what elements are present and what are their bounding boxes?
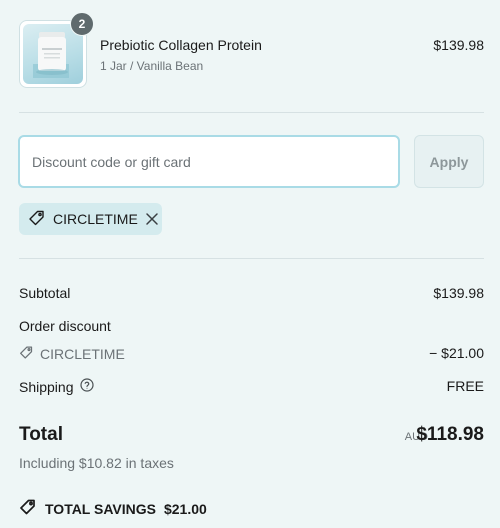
product-name: Prebiotic Collagen Protein (100, 37, 262, 53)
divider (19, 112, 484, 113)
discount-code-input[interactable] (18, 135, 400, 188)
tag-icon (28, 209, 46, 230)
divider (19, 258, 484, 259)
total-savings: TOTAL SAVINGS $21.00 (19, 498, 207, 519)
tag-icon (19, 345, 34, 363)
savings-label: TOTAL SAVINGS (45, 500, 156, 517)
order-discount-label: Order discount (19, 318, 111, 334)
help-icon[interactable] (79, 378, 94, 395)
shipping-label: Shipping (19, 378, 74, 395)
close-icon[interactable] (145, 212, 159, 226)
savings-value: $21.00 (163, 500, 207, 517)
tag-icon (19, 498, 37, 519)
shipping-row: Shipping (19, 378, 94, 395)
discount-value: − $21.00 (429, 345, 484, 361)
total-value: $118.98 (416, 424, 484, 445)
apply-button[interactable]: Apply (414, 135, 484, 188)
product-variant: 1 Jar / Vanilla Bean (100, 59, 204, 73)
applied-discount-chip: CIRCLETIME (19, 203, 162, 235)
shipping-value: FREE (446, 378, 484, 394)
applied-code-label: CIRCLETIME (53, 211, 138, 227)
subtotal-label: Subtotal (19, 285, 71, 301)
quantity-badge: 2 (70, 12, 94, 36)
taxes-note: Including $10.82 in taxes (19, 455, 174, 471)
subtotal-value: $139.98 (433, 285, 484, 301)
discount-code-row: CIRCLETIME (19, 345, 125, 363)
product-price: $139.98 (433, 37, 484, 53)
discount-code-name: CIRCLETIME (40, 346, 125, 362)
total-label: Total (19, 424, 63, 445)
